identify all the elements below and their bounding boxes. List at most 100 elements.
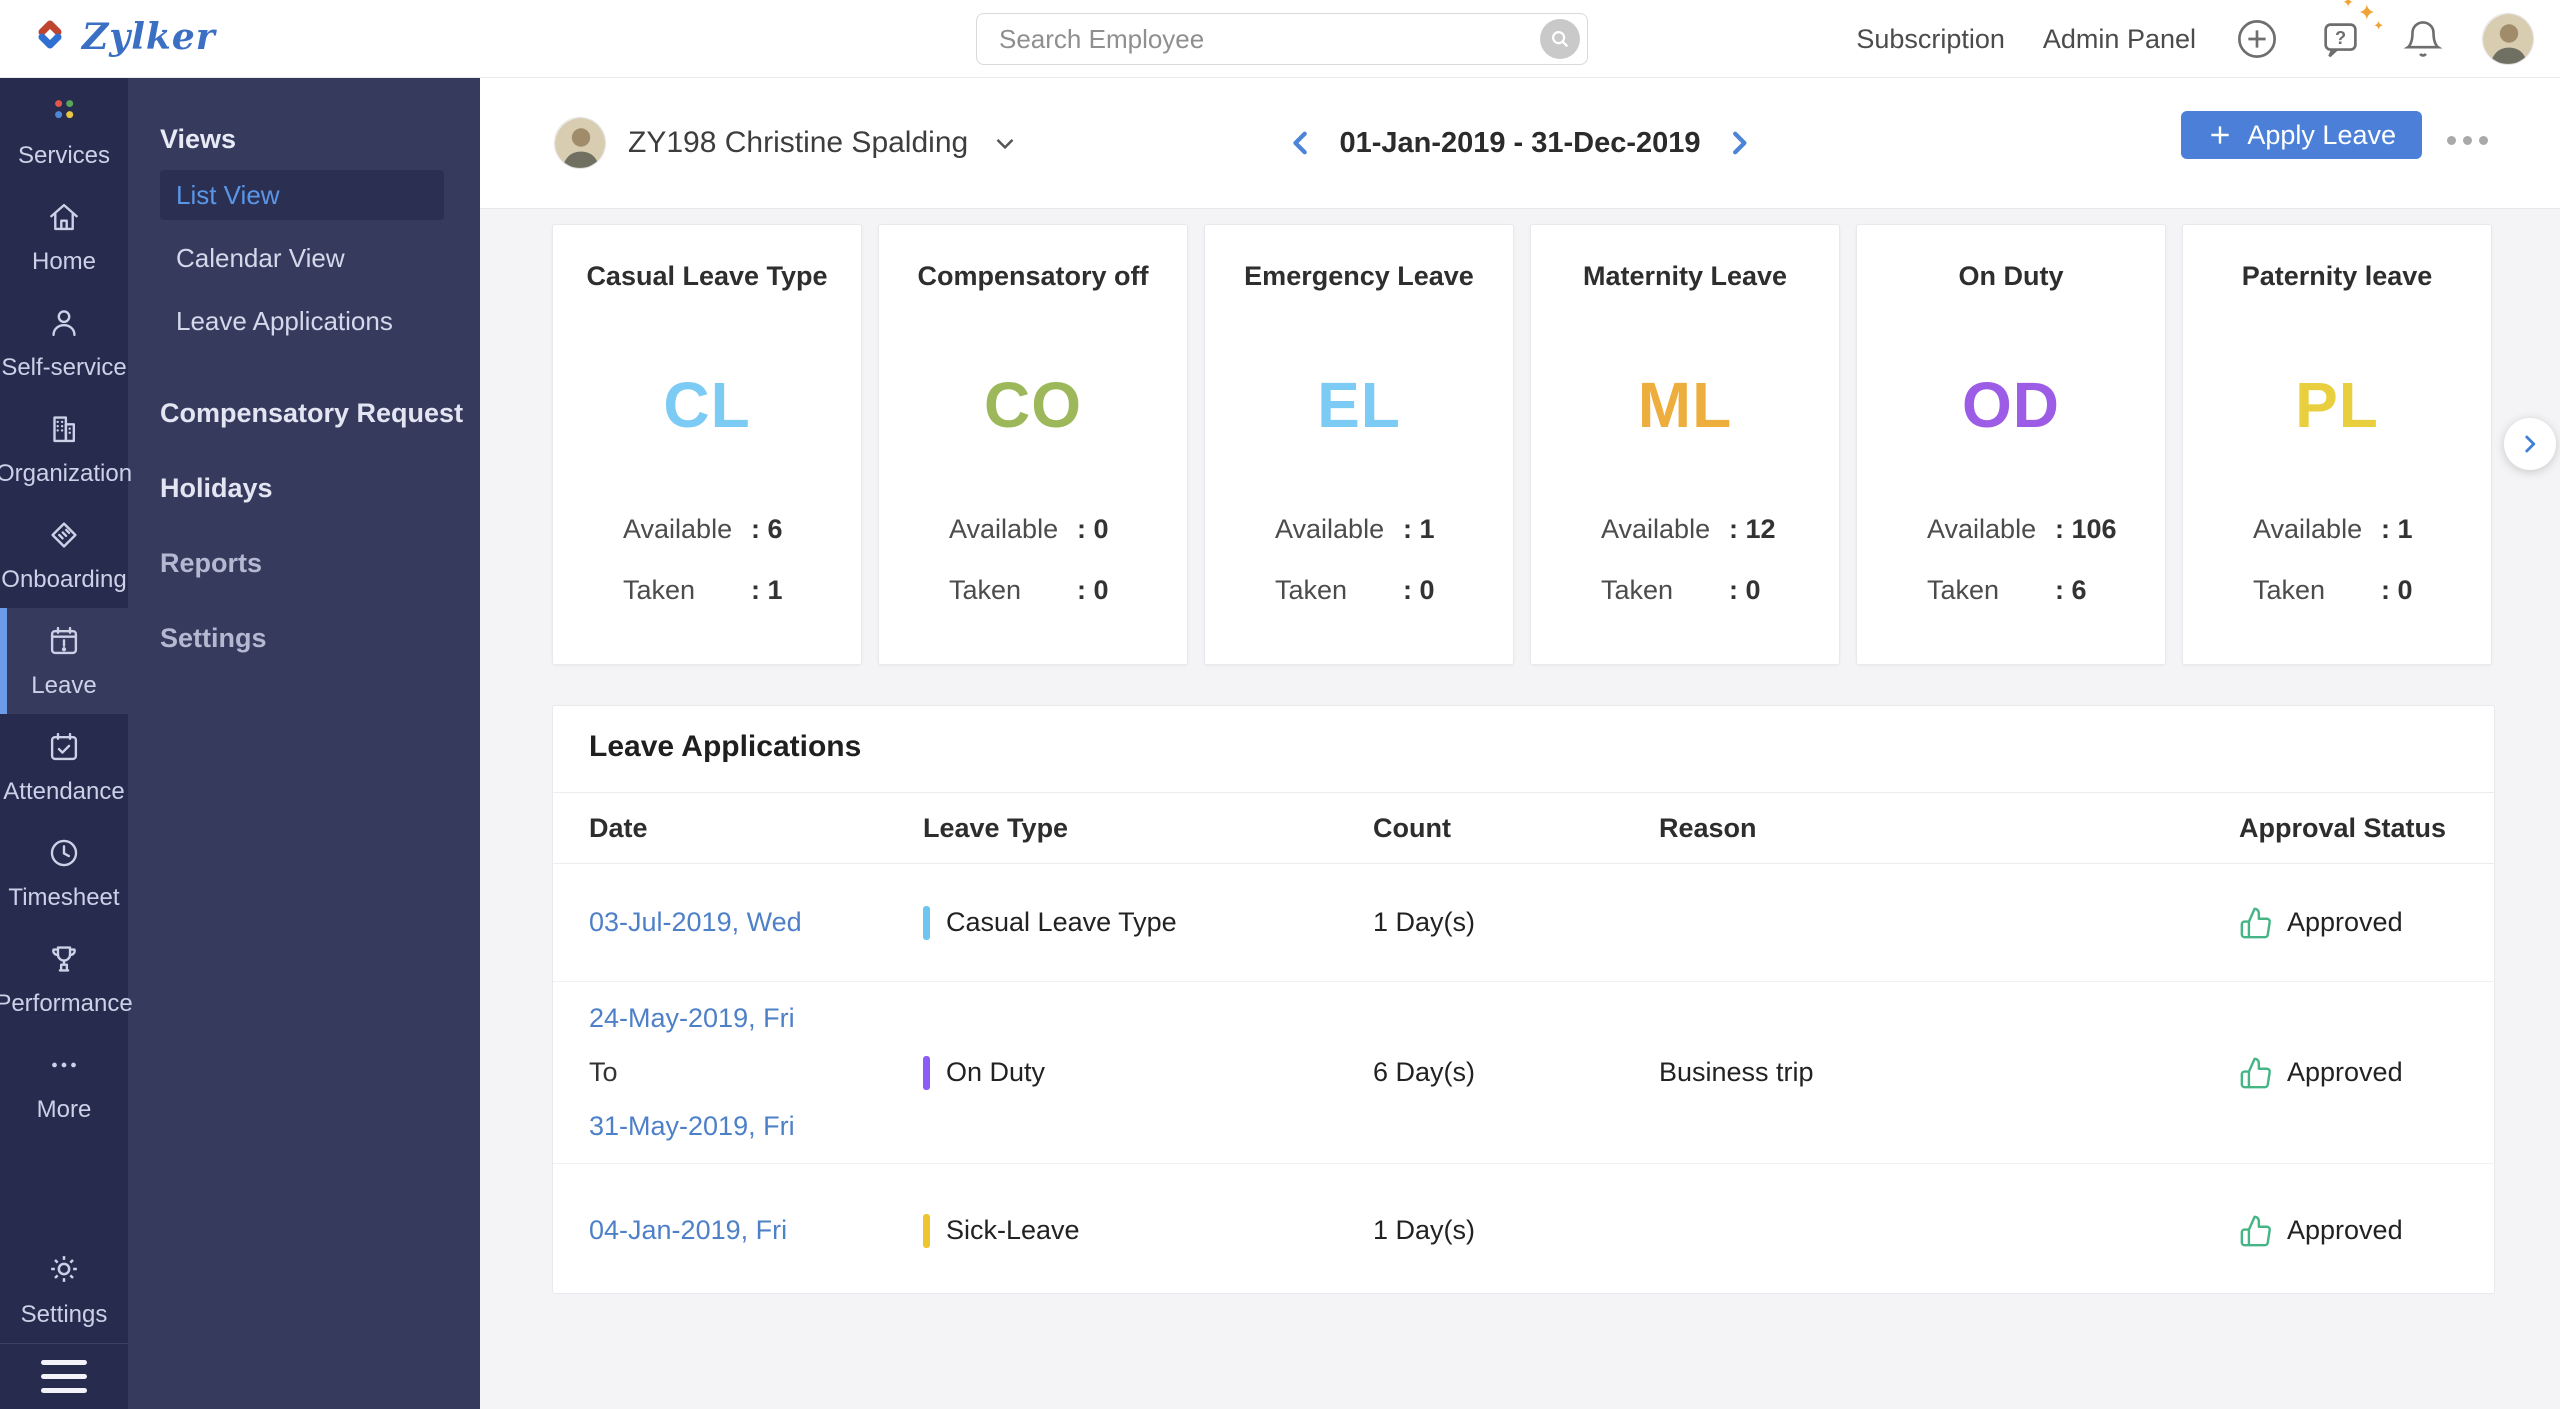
sidebar-item-timesheet[interactable]: Timesheet: [0, 820, 128, 926]
count-cell: 1 Day(s): [1373, 907, 1476, 937]
self-service-icon: [45, 304, 83, 347]
sidebar-item-label: Self-service: [1, 354, 127, 381]
card-title: Emergency Leave: [1244, 261, 1474, 291]
sidebar-bottom: Settings: [0, 1235, 128, 1409]
subnav-link-compensatory-request[interactable]: Compensatory Request: [160, 398, 480, 429]
leave-card-maternity-leave[interactable]: Maternity Leave ML Available : 12 Taken …: [1530, 224, 1840, 665]
date-link[interactable]: 24-May-2019, Fri: [589, 1003, 923, 1034]
sidebar-item-attendance[interactable]: Attendance: [0, 714, 128, 820]
date-cell: 04-Jan-2019, Fri: [589, 1215, 923, 1246]
chevron-down-icon: [990, 128, 1020, 158]
sidebar-item-self-service[interactable]: Self-service: [0, 290, 128, 396]
date-link[interactable]: 04-Jan-2019, Fri: [589, 1215, 923, 1246]
thumbs-up-icon: [2239, 1056, 2273, 1090]
plus-circle-icon[interactable]: [2234, 16, 2280, 62]
apply-leave-button[interactable]: Apply Leave: [2181, 111, 2422, 159]
taken-label: Taken: [1275, 575, 1348, 605]
available-value: : 1: [1403, 514, 1435, 544]
leave-type-color-bar: [923, 1213, 930, 1248]
available-label: Available: [949, 514, 1059, 544]
approval-status-cell: Approved: [2239, 1056, 2494, 1090]
sidebar-item-onboarding[interactable]: Onboarding: [0, 502, 128, 608]
sidebar-item-organization[interactable]: Organization: [0, 396, 132, 502]
date-range-nav: 01-Jan-2019 - 31-Dec-2019: [1283, 78, 1756, 208]
employee-avatar: [554, 117, 606, 169]
sidebar-item-label: Performance: [0, 990, 133, 1017]
taken-value: : 0: [1077, 575, 1109, 605]
onboarding-icon: [45, 516, 83, 559]
date-link[interactable]: 31-May-2019, Fri: [589, 1111, 923, 1142]
column-header-count: Count: [1373, 812, 1451, 843]
leave-type-cards: Casual Leave Type CL Available : 6 Taken…: [552, 224, 2492, 665]
search-icon[interactable]: [1540, 19, 1580, 59]
subnav-item-list-view[interactable]: List View: [160, 170, 444, 220]
leave-code: EL: [1317, 369, 1401, 441]
sidebar-item-label: Leave: [31, 672, 97, 699]
leave-card-paternity-leave[interactable]: Paternity leave PL Available : 1 Taken :…: [2182, 224, 2492, 665]
bell-icon[interactable]: [2402, 18, 2444, 60]
date-cell: 03-Jul-2019, Wed: [589, 907, 923, 938]
status-label: Approved: [2287, 1057, 2403, 1087]
column-header-date: Date: [589, 812, 648, 843]
leave-code: ML: [1637, 369, 1733, 441]
content-area: ZY198 Christine Spalding 01-Jan-2019 - 3…: [480, 78, 2560, 1409]
content-header: ZY198 Christine Spalding 01-Jan-2019 - 3…: [480, 78, 2560, 209]
subnav-link-holidays[interactable]: Holidays: [160, 473, 480, 504]
sidebar-item-home[interactable]: Home: [0, 184, 128, 290]
search-input[interactable]: [977, 14, 1540, 64]
leave-card-on-duty[interactable]: On Duty OD Available : 106 Taken : 6: [1856, 224, 2166, 665]
employee-selector[interactable]: ZY198 Christine Spalding: [554, 78, 1020, 208]
user-avatar[interactable]: [2482, 13, 2534, 65]
cards-next-button[interactable]: [2504, 418, 2556, 470]
chevron-left-icon[interactable]: [1283, 126, 1317, 160]
available-value: : 106: [2055, 514, 2117, 544]
date-range-label[interactable]: 01-Jan-2019 - 31-Dec-2019: [1339, 127, 1700, 160]
leave-type-cell: Sick-Leave: [923, 1213, 1373, 1248]
subnav-link-settings[interactable]: Settings: [160, 623, 480, 654]
available-value: : 12: [1729, 514, 1776, 544]
performance-icon: [45, 940, 83, 983]
approval-status-cell: Approved: [2239, 1214, 2494, 1248]
count-cell: 1 Day(s): [1373, 1215, 1476, 1245]
leave-type-name: On Duty: [946, 1057, 1046, 1087]
subnav-item-leave-applications[interactable]: Leave Applications: [160, 296, 444, 346]
subscription-link[interactable]: Subscription: [1856, 24, 2005, 55]
sidebar-item-services[interactable]: Services: [0, 78, 128, 184]
taken-label: Taken: [1927, 575, 2000, 605]
column-header-approval-status: Approval Status: [2239, 812, 2447, 843]
available-value: : 0: [1077, 514, 1109, 544]
subnav-item-calendar-view[interactable]: Calendar View: [160, 233, 444, 283]
available-label: Available: [1601, 514, 1711, 544]
leave-card-compensatory-off[interactable]: Compensatory off CO Available : 0 Taken …: [878, 224, 1188, 665]
services-icon: [45, 92, 83, 135]
leave-type-name: Sick-Leave: [946, 1215, 1080, 1245]
sidebar-item-leave[interactable]: Leave: [0, 608, 128, 714]
date-cell: 24-May-2019, Fri To 31-May-2019, Fri: [589, 1003, 923, 1142]
zylker-logo[interactable]: Zylker: [30, 14, 216, 59]
leave-card-casual-leave-type[interactable]: Casual Leave Type CL Available : 6 Taken…: [552, 224, 862, 665]
subnav-link-reports[interactable]: Reports: [160, 548, 480, 579]
logo-text: Zylker: [82, 15, 216, 58]
sidebar-item-more[interactable]: More: [0, 1032, 128, 1138]
available-value: : 6: [751, 514, 783, 544]
sparkle-icon: ✦: [2373, 18, 2384, 33]
thumbs-up-icon: [2239, 1214, 2273, 1248]
sidebar-item-label: Settings: [20, 1301, 108, 1328]
leave-type-color-bar: [923, 1055, 930, 1090]
sidebar-item-performance[interactable]: Performance: [0, 926, 133, 1032]
leave-icon: [45, 622, 83, 665]
ellipsis-icon[interactable]: [2447, 136, 2488, 145]
sidebar-item-settings[interactable]: Settings: [0, 1235, 128, 1343]
help-chat-icon[interactable]: ? ✦ ✦ ✦: [2318, 0, 2384, 62]
date-link[interactable]: 03-Jul-2019, Wed: [589, 907, 923, 938]
table-row: 24-May-2019, Fri To 31-May-2019, Fri On Du…: [553, 982, 2494, 1164]
date-to-label: To: [589, 1057, 618, 1087]
chevron-right-icon[interactable]: [1723, 126, 1757, 160]
leave-card-emergency-leave[interactable]: Emergency Leave EL Available : 1 Taken :…: [1204, 224, 1514, 665]
admin-panel-link[interactable]: Admin Panel: [2043, 24, 2196, 55]
plus-icon: [2207, 122, 2233, 148]
hamburger-icon[interactable]: [0, 1343, 128, 1409]
thumbs-up-icon: [2239, 906, 2273, 940]
taken-value: : 0: [1729, 575, 1761, 605]
table-row: 03-Jul-2019, Wed Casual Leave Type 1 Day…: [553, 864, 2494, 982]
